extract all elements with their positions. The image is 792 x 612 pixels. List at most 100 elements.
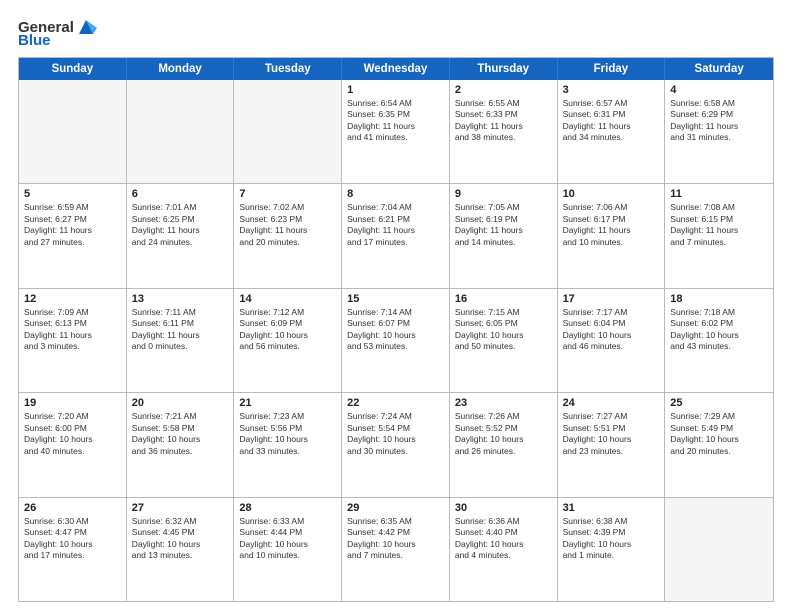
cell-info-line: Sunrise: 7:17 AM — [563, 307, 660, 318]
cell-info-line: Sunrise: 6:30 AM — [24, 516, 121, 527]
cell-info-line: and 0 minutes. — [132, 341, 229, 352]
cell-info-line: Daylight: 10 hours — [24, 539, 121, 550]
day-number: 31 — [563, 502, 660, 514]
cell-info-line: Sunrise: 7:01 AM — [132, 202, 229, 213]
day-cell-5: 5Sunrise: 6:59 AMSunset: 6:27 PMDaylight… — [19, 184, 127, 287]
day-cell-27: 27Sunrise: 6:32 AMSunset: 4:45 PMDayligh… — [127, 498, 235, 601]
empty-cell — [19, 80, 127, 183]
cell-info-line: and 34 minutes. — [563, 132, 660, 143]
cell-info-line: Daylight: 10 hours — [563, 434, 660, 445]
cell-info-line: Daylight: 10 hours — [347, 539, 444, 550]
header-day-sunday: Sunday — [19, 58, 127, 80]
day-number: 25 — [670, 397, 768, 409]
day-cell-22: 22Sunrise: 7:24 AMSunset: 5:54 PMDayligh… — [342, 393, 450, 496]
day-cell-16: 16Sunrise: 7:15 AMSunset: 6:05 PMDayligh… — [450, 289, 558, 392]
cell-info-line: Daylight: 10 hours — [563, 330, 660, 341]
day-cell-29: 29 Sunrise: 6:35 AMSunset: 4:42 PMDayligh… — [342, 498, 450, 601]
header-day-monday: Monday — [127, 58, 235, 80]
day-number: 11 — [670, 188, 768, 200]
day-cell-11: 11 Sunrise: 7:08 AMSunset: 6:15 PMDayligh… — [665, 184, 773, 287]
cell-info-line: and 38 minutes. — [455, 132, 552, 143]
cell-info-line: Daylight: 10 hours — [347, 330, 444, 341]
day-number: 30 — [455, 502, 552, 514]
cell-info-line: and 31 minutes. — [670, 132, 768, 143]
cell-info-line: and 13 minutes. — [132, 550, 229, 561]
day-number: 16 — [455, 293, 552, 305]
cell-info-line: Sunset: 6:35 PM — [347, 109, 444, 120]
day-cell-8: 8Sunrise: 7:04 AMSunset: 6:21 PMDaylight… — [342, 184, 450, 287]
day-number: 21 — [239, 397, 336, 409]
cell-info-line: Sunset: 6:05 PM — [455, 318, 552, 329]
day-cell-26: 26Sunrise: 6:30 AMSunset: 4:47 PMDayligh… — [19, 498, 127, 601]
day-number: 1 — [347, 84, 444, 96]
day-cell-30: 30Sunrise: 6:36 AMSunset: 4:40 PMDayligh… — [450, 498, 558, 601]
day-number: 6 — [132, 188, 229, 200]
cell-info-line: Daylight: 11 hours — [670, 225, 768, 236]
cell-info-line: and 10 minutes. — [563, 237, 660, 248]
day-cell-4: 4Sunrise: 6:58 AMSunset: 6:29 PMDaylight… — [665, 80, 773, 183]
cell-info-line: Sunrise: 7:26 AM — [455, 411, 552, 422]
cell-info-line: Sunrise: 6:54 AM — [347, 98, 444, 109]
cell-info-line: and 40 minutes. — [24, 446, 121, 457]
calendar-row-3: 12Sunrise: 7:09 AMSunset: 6:13 PMDayligh… — [19, 288, 773, 392]
cell-info-line: Daylight: 10 hours — [670, 330, 768, 341]
cell-info-line: Daylight: 11 hours — [132, 330, 229, 341]
day-cell-12: 12Sunrise: 7:09 AMSunset: 6:13 PMDayligh… — [19, 289, 127, 392]
cell-info-line: Sunset: 6:15 PM — [670, 214, 768, 225]
cell-info-line: Sunrise: 6:35 AM — [347, 516, 444, 527]
header-day-wednesday: Wednesday — [342, 58, 450, 80]
cell-info-line: and 43 minutes. — [670, 341, 768, 352]
cell-info-line: and 10 minutes. — [239, 550, 336, 561]
cell-info-line: Sunrise: 6:33 AM — [239, 516, 336, 527]
day-cell-6: 6Sunrise: 7:01 AMSunset: 6:25 PMDaylight… — [127, 184, 235, 287]
cell-info-line: Daylight: 10 hours — [132, 434, 229, 445]
day-number: 12 — [24, 293, 121, 305]
cell-info-line: Daylight: 11 hours — [563, 225, 660, 236]
cell-info-line: Daylight: 10 hours — [455, 434, 552, 445]
cell-info-line: Sunrise: 7:21 AM — [132, 411, 229, 422]
cell-info-line: Daylight: 10 hours — [347, 434, 444, 445]
empty-cell — [127, 80, 235, 183]
cell-info-line: Sunset: 5:51 PM — [563, 423, 660, 434]
day-cell-28: 28Sunrise: 6:33 AMSunset: 4:44 PMDayligh… — [234, 498, 342, 601]
cell-info-line: Daylight: 10 hours — [239, 330, 336, 341]
day-number: 14 — [239, 293, 336, 305]
cell-info-line: Sunrise: 7:08 AM — [670, 202, 768, 213]
cell-info-line: Sunrise: 6:57 AM — [563, 98, 660, 109]
day-cell-9: 9Sunrise: 7:05 AMSunset: 6:19 PMDaylight… — [450, 184, 558, 287]
cell-info-line: Sunrise: 7:14 AM — [347, 307, 444, 318]
day-number: 8 — [347, 188, 444, 200]
day-number: 23 — [455, 397, 552, 409]
day-number: 17 — [563, 293, 660, 305]
cell-info-line: Sunset: 6:27 PM — [24, 214, 121, 225]
day-cell-19: 19Sunrise: 7:20 AMSunset: 6:00 PMDayligh… — [19, 393, 127, 496]
cell-info-line: Daylight: 10 hours — [455, 330, 552, 341]
cell-info-line: Daylight: 11 hours — [347, 121, 444, 132]
day-number: 13 — [132, 293, 229, 305]
logo-blue: Blue — [18, 32, 51, 49]
cell-info-line: Sunset: 6:07 PM — [347, 318, 444, 329]
cell-info-line: Daylight: 11 hours — [455, 225, 552, 236]
cell-info-line: Sunrise: 7:18 AM — [670, 307, 768, 318]
cell-info-line: and 3 minutes. — [24, 341, 121, 352]
day-number: 5 — [24, 188, 121, 200]
cell-info-line: and 27 minutes. — [24, 237, 121, 248]
cell-info-line: Daylight: 11 hours — [455, 121, 552, 132]
day-number: 3 — [563, 84, 660, 96]
cell-info-line: Sunset: 4:42 PM — [347, 527, 444, 538]
day-number: 9 — [455, 188, 552, 200]
cell-info-line: Sunset: 4:44 PM — [239, 527, 336, 538]
cell-info-line: Sunset: 4:40 PM — [455, 527, 552, 538]
header-day-tuesday: Tuesday — [234, 58, 342, 80]
day-number: 29 — [347, 502, 444, 514]
day-number: 28 — [239, 502, 336, 514]
day-number: 22 — [347, 397, 444, 409]
day-number: 10 — [563, 188, 660, 200]
calendar-row-4: 19Sunrise: 7:20 AMSunset: 6:00 PMDayligh… — [19, 392, 773, 496]
cell-info-line: and 33 minutes. — [239, 446, 336, 457]
cell-info-line: Daylight: 11 hours — [670, 121, 768, 132]
cell-info-line: Sunrise: 7:27 AM — [563, 411, 660, 422]
cell-info-line: Sunset: 5:58 PM — [132, 423, 229, 434]
day-cell-23: 23Sunrise: 7:26 AMSunset: 5:52 PMDayligh… — [450, 393, 558, 496]
cell-info-line: Sunset: 6:29 PM — [670, 109, 768, 120]
